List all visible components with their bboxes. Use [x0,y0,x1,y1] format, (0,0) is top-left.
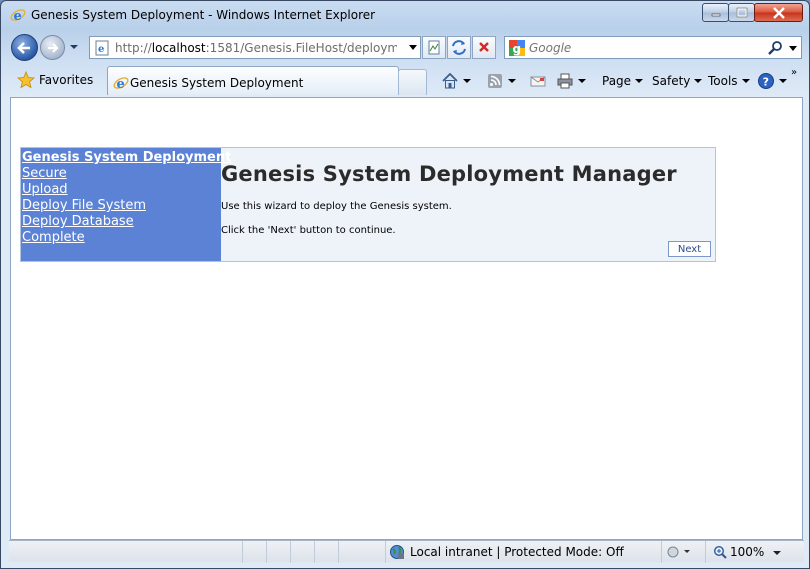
favorites-label: Favorites [39,73,94,87]
svg-text:?: ? [763,76,769,89]
feeds-icon [488,74,502,88]
page-content: Genesis System Deployment Secure Upload … [10,97,803,540]
stop-button[interactable] [472,36,496,59]
refresh-icon [452,40,466,55]
zoom-value: 100% [730,545,765,559]
security-zone[interactable]: Local intranet | Protected Mode: Off [389,542,624,562]
svg-text:e: e [98,44,104,55]
forward-arrow-icon [47,42,59,53]
wizard-title: Genesis System Deployment Manager [221,162,677,186]
search-input[interactable] [529,41,759,55]
ie-icon: e [10,9,26,23]
maximize-button[interactable] [728,3,755,22]
wizard-main-panel: Genesis System Deployment Manager Use th… [221,148,715,261]
step-link-complete[interactable]: Complete [22,230,221,246]
close-icon [772,6,785,19]
zoom-icon [713,545,727,559]
minimize-button[interactable] [702,3,729,22]
forward-button[interactable] [40,35,65,60]
new-tab-button[interactable] [398,69,427,95]
mail-icon [530,76,546,87]
tab-label: Genesis System Deployment [130,76,304,90]
zoom-level[interactable]: 100% [713,542,764,562]
step-link-upload[interactable]: Upload [22,182,221,198]
help-icon: ? [758,73,774,89]
close-window-button[interactable] [754,3,803,22]
home-icon [442,72,458,89]
page-icon: e [95,40,109,56]
back-button[interactable] [11,34,38,61]
favorites-button[interactable]: Favorites [11,68,105,92]
zoom-dropdown-icon[interactable] [772,550,782,556]
help-button[interactable]: ? [757,71,787,91]
status-divider [705,541,706,563]
svg-text:e: e [14,9,22,23]
minimize-icon [711,13,720,16]
status-divider [266,541,267,563]
protected-mode-button[interactable] [666,544,692,560]
read-mail-button[interactable] [529,71,547,91]
step-link-genesis-system-deployment[interactable]: Genesis System Deployment [22,150,231,166]
svg-text:e: e [117,77,125,91]
step-link-secure[interactable]: Secure [22,166,221,182]
status-divider [314,541,315,563]
popup-settings-icon [667,546,690,558]
back-arrow-icon [16,41,30,54]
status-divider [661,541,662,563]
search-bar[interactable]: g [504,36,802,59]
address-url[interactable]: http://localhost:1581/Genesis.FileHost/d… [115,41,397,55]
wizard-intro-text: Use this wizard to deploy the Genesis sy… [221,201,452,212]
window-title: Genesis System Deployment - Windows Inte… [31,8,376,22]
status-divider [338,541,339,563]
command-bar: Favorites e Genesis System Deployment Pa… [1,64,809,96]
globe-icon [390,545,404,559]
google-icon: g [509,40,525,56]
maximize-icon [736,7,747,18]
search-icon[interactable] [767,41,783,55]
refresh-button[interactable] [447,36,471,59]
deployment-wizard: Genesis System Deployment Secure Upload … [20,147,716,262]
address-bar[interactable]: e http://localhost:1581/Genesis.FileHost… [89,36,421,59]
tools-menu-label: Tools [708,74,738,88]
tools-menu[interactable]: Tools [708,71,750,91]
browser-window: e Genesis System Deployment - Windows In… [0,0,810,569]
tab-genesis-deployment[interactable]: e Genesis System Deployment [107,66,399,95]
address-dropdown-icon[interactable] [408,44,418,52]
page-menu[interactable]: Page [602,71,644,91]
page-menu-label: Page [602,74,632,88]
wizard-steps-sidebar: Genesis System Deployment Secure Upload … [21,148,231,261]
search-options-dropdown[interactable] [788,45,798,53]
next-button[interactable]: Next [668,241,711,257]
print-button[interactable] [556,71,586,91]
more-commands-icon[interactable]: » [791,67,797,78]
safety-menu[interactable]: Safety [652,71,703,91]
stop-icon [479,42,489,52]
step-link-deploy-file-system[interactable]: Deploy File System [22,198,221,214]
print-icon [557,73,573,89]
security-zone-text: Local intranet | Protected Mode: Off [410,545,624,559]
feeds-button[interactable] [486,71,516,91]
status-bar: Local intranet | Protected Mode: Off 100… [9,540,804,563]
recent-pages-dropdown[interactable] [69,42,79,52]
wizard-instruction-text: Click the 'Next' button to continue. [221,225,396,236]
ie-icon: e [113,77,129,91]
status-divider [290,541,291,563]
step-link-deploy-database[interactable]: Deploy Database [22,214,221,230]
title-bar: e Genesis System Deployment - Windows In… [1,1,809,31]
svg-text:g: g [513,42,522,56]
status-divider [242,541,243,563]
home-button[interactable] [441,71,471,91]
compat-view-icon [428,40,440,55]
status-divider [385,541,386,563]
star-icon [17,71,35,89]
compatibility-view-button[interactable] [422,36,446,59]
safety-menu-label: Safety [652,74,691,88]
